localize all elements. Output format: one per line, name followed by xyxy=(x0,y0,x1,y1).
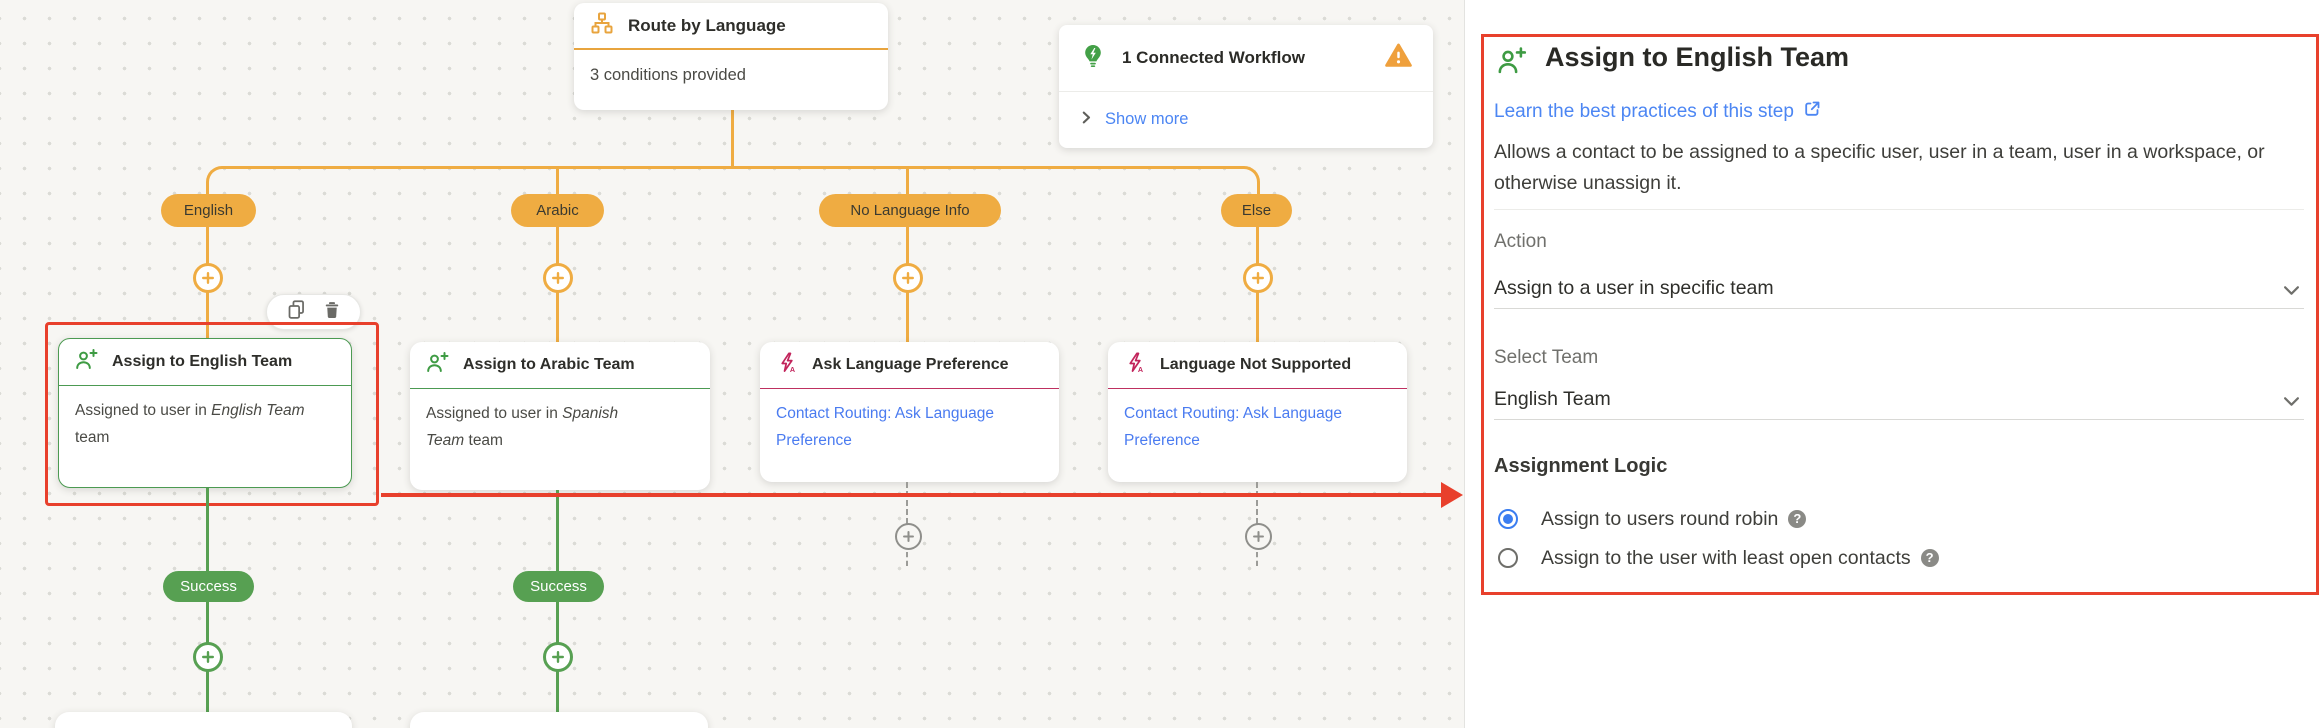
partial-node-english-next[interactable] xyxy=(55,712,352,728)
copy-icon[interactable] xyxy=(286,299,307,325)
connector-dashed-else xyxy=(1256,482,1258,524)
connector-success-english-2 xyxy=(206,600,209,644)
node-title: Ask Language Preference xyxy=(812,356,1009,374)
add-step-button-english[interactable] xyxy=(193,263,223,293)
add-step-button-arabic[interactable] xyxy=(543,263,573,293)
connected-workflow-title: 1 Connected Workflow xyxy=(1122,48,1305,68)
add-step-button-nolang-end[interactable] xyxy=(895,523,922,550)
node-ask-language-preference[interactable]: A Ask Language Preference Contact Routin… xyxy=(760,342,1059,482)
node-title: Assign to Arabic Team xyxy=(463,356,635,374)
input-underline xyxy=(1494,419,2304,420)
svg-text:A: A xyxy=(1138,366,1143,374)
success-pill-arabic: Success xyxy=(513,571,604,602)
help-icon[interactable] xyxy=(1921,549,1939,567)
team-label: Select Team xyxy=(1494,347,1598,369)
branch-pill-else: Else xyxy=(1221,194,1292,227)
connector-stub-arabic xyxy=(556,169,559,196)
show-more-label: Show more xyxy=(1105,110,1188,129)
node-assign-to-arabic-team[interactable]: Assign to Arabic Team Assigned to user i… xyxy=(410,342,710,490)
add-step-button-else-end[interactable] xyxy=(1245,523,1272,550)
warning-icon xyxy=(1385,43,1412,73)
best-practices-link-label: Learn the best practices of this step xyxy=(1494,101,1794,123)
team-select[interactable]: English Team xyxy=(1494,388,1611,411)
divider xyxy=(1494,209,2304,210)
radio-selected-icon[interactable] xyxy=(1498,509,1518,529)
chevron-right-icon xyxy=(1082,110,1091,129)
radio-least-open-contacts[interactable]: Assign to the user with least open conta… xyxy=(1498,544,1939,572)
node-workflow-link[interactable]: Contact Routing: Ask Language Preference xyxy=(776,400,994,454)
best-practices-link[interactable]: Learn the best practices of this step xyxy=(1494,99,1822,125)
external-link-icon xyxy=(1802,99,1822,125)
chevron-down-icon[interactable] xyxy=(2283,394,2300,412)
workflow-builder: Route by Language 3 conditions provided … xyxy=(0,0,2324,728)
connector-dashed-nolang xyxy=(906,482,908,524)
node-language-not-supported[interactable]: A Language Not Supported Contact Routing… xyxy=(1108,342,1407,482)
node-assign-to-english-team[interactable]: Assign to English Team Assigned to user … xyxy=(58,338,352,488)
connector-dashed-else-2 xyxy=(1256,552,1258,566)
connected-workflow-box[interactable]: 1 Connected Workflow Show more xyxy=(1059,25,1433,148)
radio-round-robin[interactable]: Assign to users round robin xyxy=(1498,505,1806,533)
node-body: Assigned to user in Spanish Team team xyxy=(426,400,660,454)
assign-user-icon xyxy=(1497,46,1528,82)
route-node-title: Route by Language xyxy=(628,16,786,36)
connector-success-arabic-3 xyxy=(556,671,559,714)
radio-label: Assign to users round robin xyxy=(1541,508,1778,531)
selection-arrow-line xyxy=(381,493,1443,497)
node-title: Language Not Supported xyxy=(1160,356,1351,374)
add-step-button-success-arabic[interactable] xyxy=(543,642,573,672)
flow-canvas[interactable]: Route by Language 3 conditions provided … xyxy=(0,0,1464,728)
help-icon[interactable] xyxy=(1788,510,1806,528)
svg-text:A: A xyxy=(790,366,795,374)
partial-node-arabic-next[interactable] xyxy=(410,712,708,728)
route-by-language-node[interactable]: Route by Language 3 conditions provided xyxy=(574,3,888,110)
chevron-down-icon[interactable] xyxy=(2283,283,2300,301)
branch-pill-english: English xyxy=(161,194,256,227)
add-step-button-success-english[interactable] xyxy=(193,642,223,672)
assign-user-icon xyxy=(75,348,99,377)
success-pill-english: Success xyxy=(163,571,254,602)
assign-user-icon xyxy=(426,351,450,380)
connector-dashed-nolang-2 xyxy=(906,552,908,566)
connector-trunk xyxy=(206,166,1260,196)
branch-pill-no-language-info: No Language Info xyxy=(819,194,1001,227)
trigger-workflow-icon: A xyxy=(1124,351,1147,379)
assignment-logic-label: Assignment Logic xyxy=(1494,455,1667,478)
trash-icon[interactable] xyxy=(322,300,342,325)
input-underline xyxy=(1494,308,2304,309)
radio-unselected-icon[interactable] xyxy=(1498,548,1518,568)
lightbulb-icon xyxy=(1080,43,1106,74)
connector-feed xyxy=(731,108,734,168)
radio-label: Assign to the user with least open conta… xyxy=(1541,547,1911,570)
node-workflow-link[interactable]: Contact Routing: Ask Language Preference xyxy=(1124,400,1342,454)
connector-success-arabic xyxy=(556,490,559,572)
action-label: Action xyxy=(1494,231,1547,253)
show-more-toggle[interactable]: Show more xyxy=(1059,92,1433,147)
connector-success-arabic-2 xyxy=(556,600,559,644)
node-body: Assigned to user in English Team team xyxy=(75,397,309,451)
add-step-button-no-language[interactable] xyxy=(893,263,923,293)
panel-title: Assign to English Team xyxy=(1545,42,1849,73)
node-title: Assign to English Team xyxy=(112,353,292,371)
action-select[interactable]: Assign to a user in specific team xyxy=(1494,277,1774,300)
node-toolbar xyxy=(266,294,361,330)
connector-success-english xyxy=(206,488,209,572)
branch-pill-arabic: Arabic xyxy=(511,194,604,227)
step-description: Allows a contact to be assigned to a spe… xyxy=(1494,137,2265,199)
route-node-subtitle: 3 conditions provided xyxy=(574,50,888,101)
add-step-button-else[interactable] xyxy=(1243,263,1273,293)
trigger-workflow-icon: A xyxy=(776,351,799,379)
connector-success-english-3 xyxy=(206,671,209,714)
step-config-panel: Assign to English Team Learn the best pr… xyxy=(1464,0,2324,728)
sitemap-icon xyxy=(590,11,614,40)
connector-stub-nolang xyxy=(906,169,909,196)
selection-arrow-head xyxy=(1441,482,1463,508)
